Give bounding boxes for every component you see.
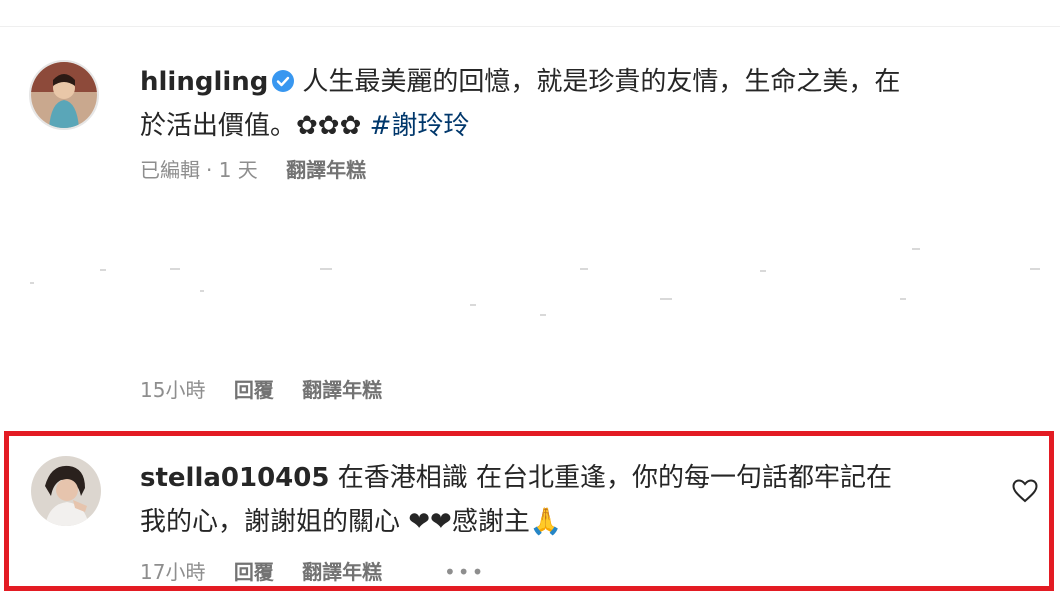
translate-button[interactable]: 翻譯年糕	[286, 158, 366, 182]
comment-text: 在香港相識 在台北重逢，你的每一句話都牢記在	[337, 463, 892, 493]
translate-button[interactable]: 翻譯年糕	[302, 378, 382, 402]
verified-badge-icon	[272, 70, 295, 92]
reply-button[interactable]: 回覆	[234, 378, 274, 402]
timestamp[interactable]: 15小時	[140, 378, 205, 402]
username[interactable]: hlingling	[140, 67, 268, 97]
timestamp[interactable]: · 1 天	[206, 158, 258, 182]
timestamp[interactable]: 17小時	[140, 560, 205, 584]
reply-meta: 15小時 回覆 翻譯年糕	[140, 378, 404, 402]
avatar[interactable]	[29, 60, 99, 130]
like-heart-icon[interactable]	[1012, 479, 1038, 503]
hashtag-link[interactable]: #謝玲玲	[370, 111, 470, 141]
edited-label: 已編輯	[140, 158, 200, 182]
comment-text-2: 我的心，謝謝姐的關心 ❤❤感謝主🙏	[140, 507, 563, 537]
reply-button[interactable]: 回覆	[234, 560, 274, 584]
more-options-icon[interactable]: •••	[444, 560, 485, 584]
caption-text-2: 於活出價值。✿✿✿	[140, 111, 362, 141]
translate-button[interactable]: 翻譯年糕	[302, 560, 382, 584]
username[interactable]: stella010405	[140, 463, 329, 493]
caption-text: 人生最美麗的回憶，就是珍貴的友情，生命之美，在	[302, 67, 901, 97]
top-divider	[0, 26, 1060, 27]
avatar[interactable]	[31, 456, 101, 526]
